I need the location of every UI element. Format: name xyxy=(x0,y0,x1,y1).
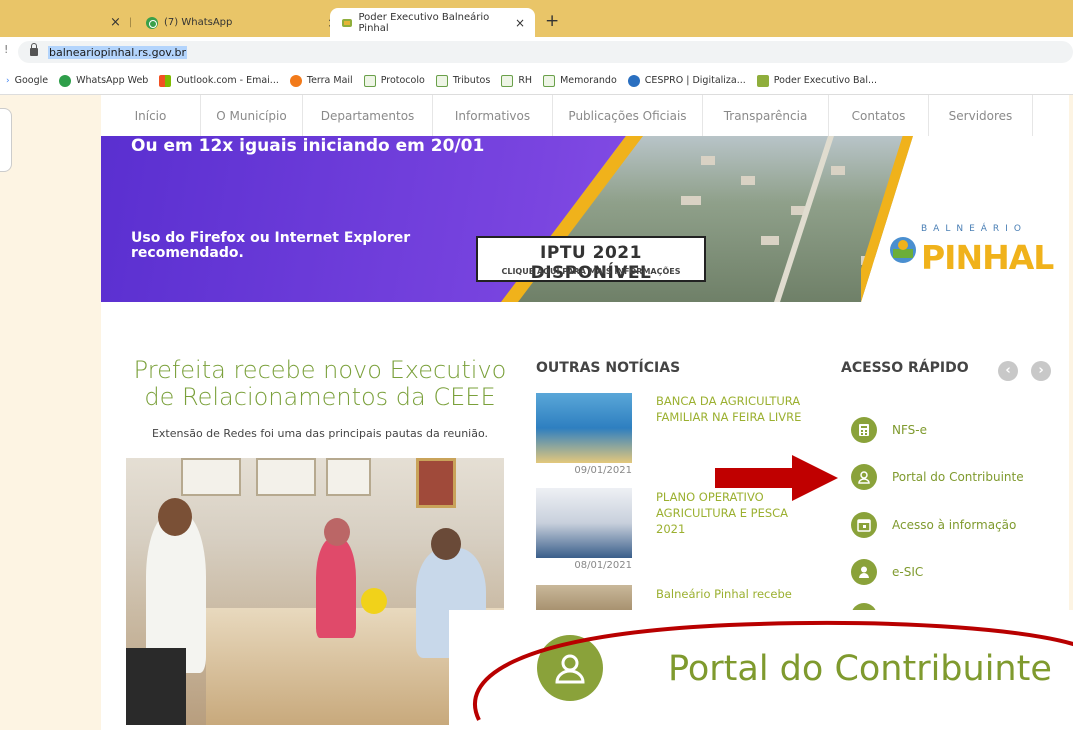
bookmark-rh[interactable]: RH xyxy=(501,74,533,87)
news-date: 08/01/2021 xyxy=(574,560,632,571)
quick-access-esic[interactable]: e-SIC xyxy=(851,559,923,585)
bookmark-cespro[interactable]: CESPRO | Digitaliza... xyxy=(627,74,746,87)
quick-access-label: e-SIC xyxy=(892,565,924,579)
banner-installments-text: Ou em 12x iguais iniciando em 20/01 xyxy=(131,136,485,156)
bookmark-terra[interactable]: Terra Mail xyxy=(289,74,353,87)
outlook-icon xyxy=(159,74,172,87)
nav-informativos[interactable]: Informativos xyxy=(433,95,553,136)
nav-contatos[interactable]: Contatos xyxy=(829,95,929,136)
tab-whatsapp[interactable]: (7) WhatsApp × xyxy=(146,8,337,37)
nav-servidores[interactable]: Servidores xyxy=(929,95,1033,136)
bookmark-poder-executivo[interactable]: Poder Executivo Bal... xyxy=(756,74,878,87)
whatsapp-icon xyxy=(59,74,72,87)
annotation-ellipse xyxy=(473,620,1073,721)
bookmark-label: RH xyxy=(518,75,533,86)
main-nav: Início O Município Departamentos Informa… xyxy=(101,95,1069,136)
nav-publicacoes-oficiais[interactable]: Publicações Oficiais xyxy=(553,95,703,136)
folder-icon xyxy=(501,74,514,87)
annotation-arrow-body xyxy=(715,468,795,488)
news-link[interactable]: PLANO OPERATIVO AGRICULTURA E PESCA 2021 xyxy=(656,489,806,537)
whatsapp-icon xyxy=(146,16,158,29)
bookmark-protocolo[interactable]: Protocolo xyxy=(363,74,425,87)
crest-icon xyxy=(342,18,352,27)
banner-browser-note: Uso do Firefox ou Internet Explorer reco… xyxy=(131,230,411,261)
news-section-title: OUTRAS NOTÍCIAS xyxy=(536,360,681,376)
nav-transparencia[interactable]: Transparência xyxy=(703,95,829,136)
side-scroll-handle[interactable] xyxy=(0,108,12,172)
address-bar-row: ! balneariopinhal.rs.gov.br xyxy=(0,37,1073,67)
tab-close-icon[interactable]: × xyxy=(110,15,121,30)
url-text[interactable]: balneariopinhal.rs.gov.br xyxy=(48,45,187,59)
pinhal-crest-icon xyxy=(890,237,916,263)
bookmark-label: Terra Mail xyxy=(306,75,353,86)
folder-icon xyxy=(435,74,448,87)
bookmark-whatsapp[interactable]: WhatsApp Web xyxy=(59,74,149,87)
main-subhead: Extensão de Redes foi uma das principais… xyxy=(151,427,489,440)
bookmark-tributos[interactable]: Tributos xyxy=(435,74,491,87)
bookmark-memorando[interactable]: Memorando xyxy=(543,74,617,87)
quick-access-acesso-informacao[interactable]: Acesso à informação xyxy=(851,512,1016,538)
tab-strip: × | (7) WhatsApp × Poder Executivo Balne… xyxy=(0,0,1073,37)
bookmark-label: Memorando xyxy=(560,75,617,86)
person-icon xyxy=(851,559,877,585)
folder-icon xyxy=(543,74,556,87)
logo-balneario: BALNEÁRIO xyxy=(921,224,1027,234)
bookmark-label: Google xyxy=(14,75,49,86)
bookmark-label: WhatsApp Web xyxy=(76,75,149,86)
crest-icon xyxy=(756,74,769,87)
bookmark-label: Poder Executivo Bal... xyxy=(773,75,878,86)
tab-title: Poder Executivo Balneário Pinhal xyxy=(358,11,490,34)
annotation-arrow-head xyxy=(792,455,838,501)
cespro-icon xyxy=(627,74,640,87)
quick-access-label: Portal do Contribuinte xyxy=(892,470,1024,484)
new-tab-button[interactable]: + xyxy=(545,11,559,31)
quick-access-title: ACESSO RÁPIDO xyxy=(841,360,969,376)
news-link[interactable]: BANCA DA AGRICULTURA FAMILIAR NA FEIRA L… xyxy=(656,393,806,425)
bookmark-label: CESPRO | Digitaliza... xyxy=(644,75,746,86)
news-date: 09/01/2021 xyxy=(574,465,632,476)
tab-blank[interactable]: × | xyxy=(70,8,132,37)
news-thumbnail[interactable] xyxy=(536,393,632,463)
tab-title: (7) WhatsApp xyxy=(164,17,233,28)
nav-departamentos[interactable]: Departamentos xyxy=(303,95,433,136)
main-headline[interactable]: Prefeita recebe novo Executivo de Relaci… xyxy=(126,357,514,411)
news-thumbnail[interactable] xyxy=(536,488,632,558)
bookmark-label: Tributos xyxy=(452,75,491,86)
partial-icon: ! xyxy=(4,43,9,56)
folder-icon xyxy=(363,74,376,87)
lock-icon xyxy=(30,43,38,56)
chevron-left-icon[interactable]: ‹ xyxy=(998,361,1018,381)
bookmarks-bar: › Google WhatsApp Web Outlook.com - Emai… xyxy=(0,67,1073,95)
iptu-button[interactable]: IPTU 2021 DISPONÍVEL CLIQUE AQUI PARA MA… xyxy=(476,236,706,283)
quick-access-portal-contribuinte[interactable]: Portal do Contribuinte xyxy=(851,464,1024,490)
calendar-icon xyxy=(851,512,877,538)
tab-close-icon[interactable]: × xyxy=(515,16,525,30)
bookmark-outlook[interactable]: Outlook.com - Emai... xyxy=(159,74,279,87)
logo-pinhal: PINHAL xyxy=(921,238,1054,277)
google-icon: › xyxy=(6,75,10,86)
bookmark-label: Outlook.com - Emai... xyxy=(176,75,279,86)
bookmark-google[interactable]: › Google xyxy=(6,75,48,86)
address-bar[interactable]: balneariopinhal.rs.gov.br xyxy=(18,41,1073,63)
calculator-icon xyxy=(851,417,877,443)
quick-access-nfse[interactable]: NFS-e xyxy=(851,417,927,443)
user-icon xyxy=(851,464,877,490)
bookmark-label: Protocolo xyxy=(380,75,425,86)
iptu-subtitle: CLIQUE AQUI PARA MAIS INFORMAÇÕES xyxy=(501,267,681,276)
iptu-banner[interactable]: Ou em 12x iguais iniciando em 20/01 Uso … xyxy=(101,136,1069,302)
iptu-title: IPTU 2021 DISPONÍVEL xyxy=(530,243,652,283)
main-story-photo[interactable] xyxy=(126,458,504,725)
nav-o-municipio[interactable]: O Município xyxy=(201,95,303,136)
nav-inicio[interactable]: Início xyxy=(101,95,201,136)
chevron-right-icon[interactable]: › xyxy=(1031,361,1051,381)
terra-icon xyxy=(289,74,302,87)
quick-access-label: Acesso à informação xyxy=(892,518,1017,532)
quick-access-label: NFS-e xyxy=(892,423,927,437)
tab-poder-executivo[interactable]: Poder Executivo Balneário Pinhal × xyxy=(330,8,535,37)
